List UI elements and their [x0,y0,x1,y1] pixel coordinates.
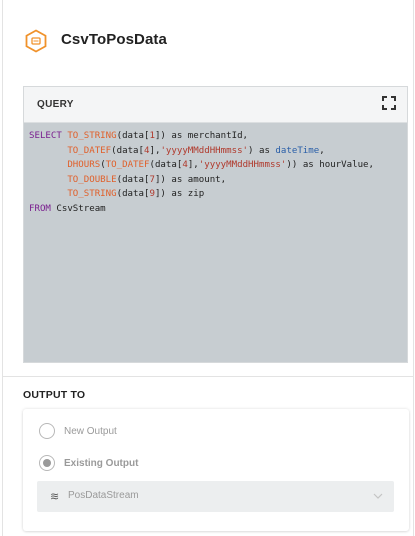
divider [3,376,413,377]
expand-icon[interactable] [382,96,396,110]
code-token: TO_DATEF [105,160,150,171]
code-token: (data[ [116,174,150,185]
code-token: ]) as merchantId, [154,131,249,141]
code-token: FROM [29,203,51,214]
code-token: TO_STRING [67,189,117,200]
new-output-radio[interactable] [39,423,55,439]
output-stream-value: PosDataStream [68,490,139,501]
code-token: CsvStream [50,203,106,214]
stream-wave-icon: ≋ [50,490,60,503]
code-token: (data[ [116,189,150,200]
code-line: FROM CsvStream [29,204,106,214]
code-token: SELECT [29,131,68,141]
code-token: , [319,145,325,156]
code-token: (data[ [149,160,183,171]
existing-output-label: Existing Output [64,457,139,469]
code-line: SELECT TO_STRING(data[1]) as merchantId, [29,131,248,141]
code-token: TO_DATEF [67,145,112,156]
output-card: New Output Existing Output ≋ PosDataStre… [23,409,409,531]
code-token: TO_DOUBLE [67,174,117,185]
code-token: ) as [248,145,276,156]
code-token: 'yyyyMMddHHmmss' [160,145,249,156]
new-output-radio-option[interactable]: New Output [39,422,117,440]
code-token: ]) as zip [154,189,205,200]
code-token: TO_STRING [67,131,117,141]
panel-header: CsvToPosData [3,0,413,82]
code-token: DHOURS [67,160,101,171]
page-title: CsvToPosData [61,31,167,48]
code-token: ], [187,160,199,171]
code-token: (data[ [111,145,144,156]
query-label: QUERY [37,99,74,110]
code-token: 'yyyyMMddHHmmss' [198,160,287,171]
existing-output-radio-option[interactable]: Existing Output [39,454,138,472]
output-to-label: OUTPUT TO [23,389,86,401]
hexagon-stream-icon [25,29,47,53]
existing-output-radio[interactable] [39,455,55,471]
chevron-down-icon [373,493,383,499]
query-header: QUERY [24,87,407,123]
code-token: ], [149,145,161,156]
code-line: TO_DOUBLE(data[7]) as amount, [29,175,226,185]
component-panel: CsvToPosData QUERY SELECT TO_STRING(data… [2,0,414,536]
code-line: TO_DATEF(data[4],'yyyyMMddHHmmss') as da… [29,145,325,156]
query-editor[interactable]: QUERY SELECT TO_STRING(data[1]) as merch… [23,86,408,363]
code-line: TO_STRING(data[9]) as zip [29,189,204,199]
code-token: )) as hourValue, [286,160,374,171]
new-output-label: New Output [64,425,117,437]
code-token: dateTime [275,145,320,156]
code-line: DHOURS(TO_DATEF(data[4],'yyyyMMddHHmmss'… [29,160,374,170]
code-token: ]) as amount, [154,174,227,185]
output-stream-select[interactable]: ≋ PosDataStream [37,481,394,512]
query-code[interactable]: SELECT TO_STRING(data[1]) as merchantId,… [29,129,403,217]
code-token: (data[ [116,131,150,141]
